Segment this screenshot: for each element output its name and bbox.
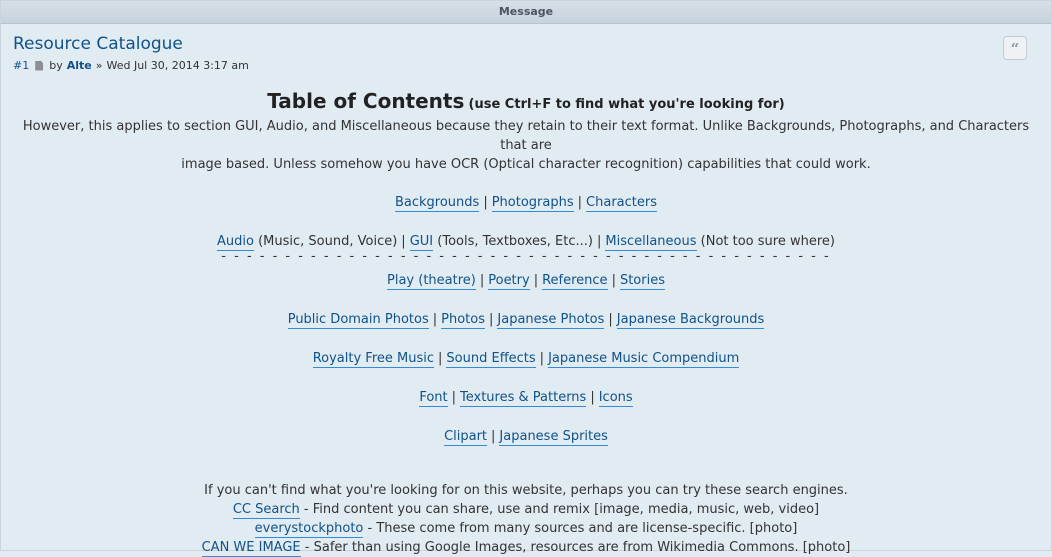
author-link[interactable]: Alte	[67, 59, 92, 72]
search-item-desc: - Find content you can share, use and re…	[299, 502, 820, 517]
search-item: CC Search - Find content you can share, …	[13, 500, 1039, 519]
link-font[interactable]: Font	[419, 390, 448, 407]
pipe: |	[533, 273, 539, 288]
toc-row-3: Play (theatre) | Poetry | Reference | Stories	[13, 271, 1039, 290]
pipe: |	[608, 312, 613, 327]
pipe: |	[596, 234, 602, 249]
pipe: |	[432, 312, 438, 327]
quote-button[interactable]: “	[1003, 36, 1027, 60]
post-title[interactable]: Resource Catalogue	[13, 34, 183, 54]
post-file-icon[interactable]	[35, 60, 44, 71]
meta-separator: »	[95, 59, 103, 72]
link-everystockphoto[interactable]: everystockphoto	[254, 521, 364, 538]
quote-icon: “	[1010, 40, 1020, 58]
post-date: Wed Jul 30, 2014 3:17 am	[106, 59, 249, 72]
post-content: Table of Contents (use Ctrl+F to find wh…	[13, 89, 1039, 557]
link-japanese-photos[interactable]: Japanese Photos	[497, 312, 605, 329]
dashed-divider: - - - - - - - - - - - - - - - - - - - - …	[221, 249, 831, 264]
toc-row-5: Royalty Free Music | Sound Effects | Japanes…	[13, 349, 1039, 368]
pipe: |	[539, 351, 545, 366]
toc-row-7: Clipart | Japanese Sprites	[13, 427, 1039, 446]
link-reference[interactable]: Reference	[542, 273, 608, 290]
post: Resource Catalogue #1 by Alte » Wed Jul …	[1, 24, 1051, 557]
pipe: |	[611, 273, 616, 288]
panel-header: Message	[1, 1, 1051, 24]
pipe: |	[577, 195, 583, 210]
audio-note: (Music, Sound, Voice)	[258, 234, 398, 249]
toc-title: Table of Contents	[267, 89, 465, 113]
pipe: |	[401, 234, 406, 249]
link-photographs[interactable]: Photographs	[491, 195, 574, 212]
link-poetry[interactable]: Poetry	[488, 273, 530, 290]
search-item: CAN WE IMAGE - Safer than using Google I…	[13, 538, 1039, 557]
link-public-domain-photos[interactable]: Public Domain Photos	[287, 312, 429, 329]
link-japanese-music-compendium[interactable]: Japanese Music Compendium	[548, 351, 740, 368]
link-japanese-backgrounds[interactable]: Japanese Backgrounds	[616, 312, 765, 329]
search-intro: If you can't find what you're looking fo…	[204, 483, 848, 498]
link-sound-effects[interactable]: Sound Effects	[446, 351, 536, 368]
search-item-desc: - These come from many sources and are l…	[363, 521, 798, 536]
link-japanese-sprites[interactable]: Japanese Sprites	[499, 429, 608, 446]
toc-row-6: Font | Textures & Patterns | Icons	[13, 388, 1039, 407]
by-label: by	[49, 59, 63, 72]
toc-heading: Table of Contents (use Ctrl+F to find wh…	[13, 89, 1039, 117]
pipe: |	[483, 195, 488, 210]
pipe: |	[489, 312, 494, 327]
link-play[interactable]: Play (theatre)	[387, 273, 476, 290]
link-cc-search[interactable]: CC Search	[232, 502, 300, 519]
search-item-desc: - Safer than using Google Images, resour…	[300, 540, 851, 555]
link-backgrounds[interactable]: Backgrounds	[394, 195, 480, 212]
pipe: |	[590, 390, 595, 405]
link-clipart[interactable]: Clipart	[444, 429, 488, 446]
misc-note: (Not too sure where)	[700, 234, 835, 249]
link-characters[interactable]: Characters	[586, 195, 657, 212]
search-item: everystockphoto - These come from many s…	[13, 519, 1039, 538]
pipe: |	[491, 429, 496, 444]
link-royalty-free-music[interactable]: Royalty Free Music	[312, 351, 435, 368]
toc-row-4: Public Domain Photos | Photos | Japanese Pho…	[13, 310, 1039, 329]
pipe: |	[438, 351, 443, 366]
post-meta: #1 by Alte » Wed Jul 30, 2014 3:17 am	[13, 59, 1039, 72]
pipe: |	[479, 273, 485, 288]
toc-note-line-2: image based. Unless somehow you have OCR…	[181, 157, 871, 172]
post-number-link[interactable]: #1	[13, 59, 29, 72]
toc-hint: (use Ctrl+F to find what you're looking …	[468, 97, 785, 112]
link-textures-patterns[interactable]: Textures & Patterns	[460, 390, 587, 407]
gui-note: (Tools, Textboxes, Etc...)	[437, 234, 593, 249]
link-icons[interactable]: Icons	[598, 390, 633, 407]
toc-row-1: Backgrounds | Photographs | Characters	[13, 193, 1039, 212]
link-stories[interactable]: Stories	[619, 273, 665, 290]
link-can-we-image[interactable]: CAN WE IMAGE	[201, 540, 301, 557]
toc-note-line-1: However, this applies to section GUI, Au…	[22, 119, 1030, 153]
message-panel: Message Resource Catalogue #1 by Alte » …	[0, 0, 1052, 557]
pipe: |	[451, 390, 457, 405]
link-photos[interactable]: Photos	[441, 312, 485, 329]
